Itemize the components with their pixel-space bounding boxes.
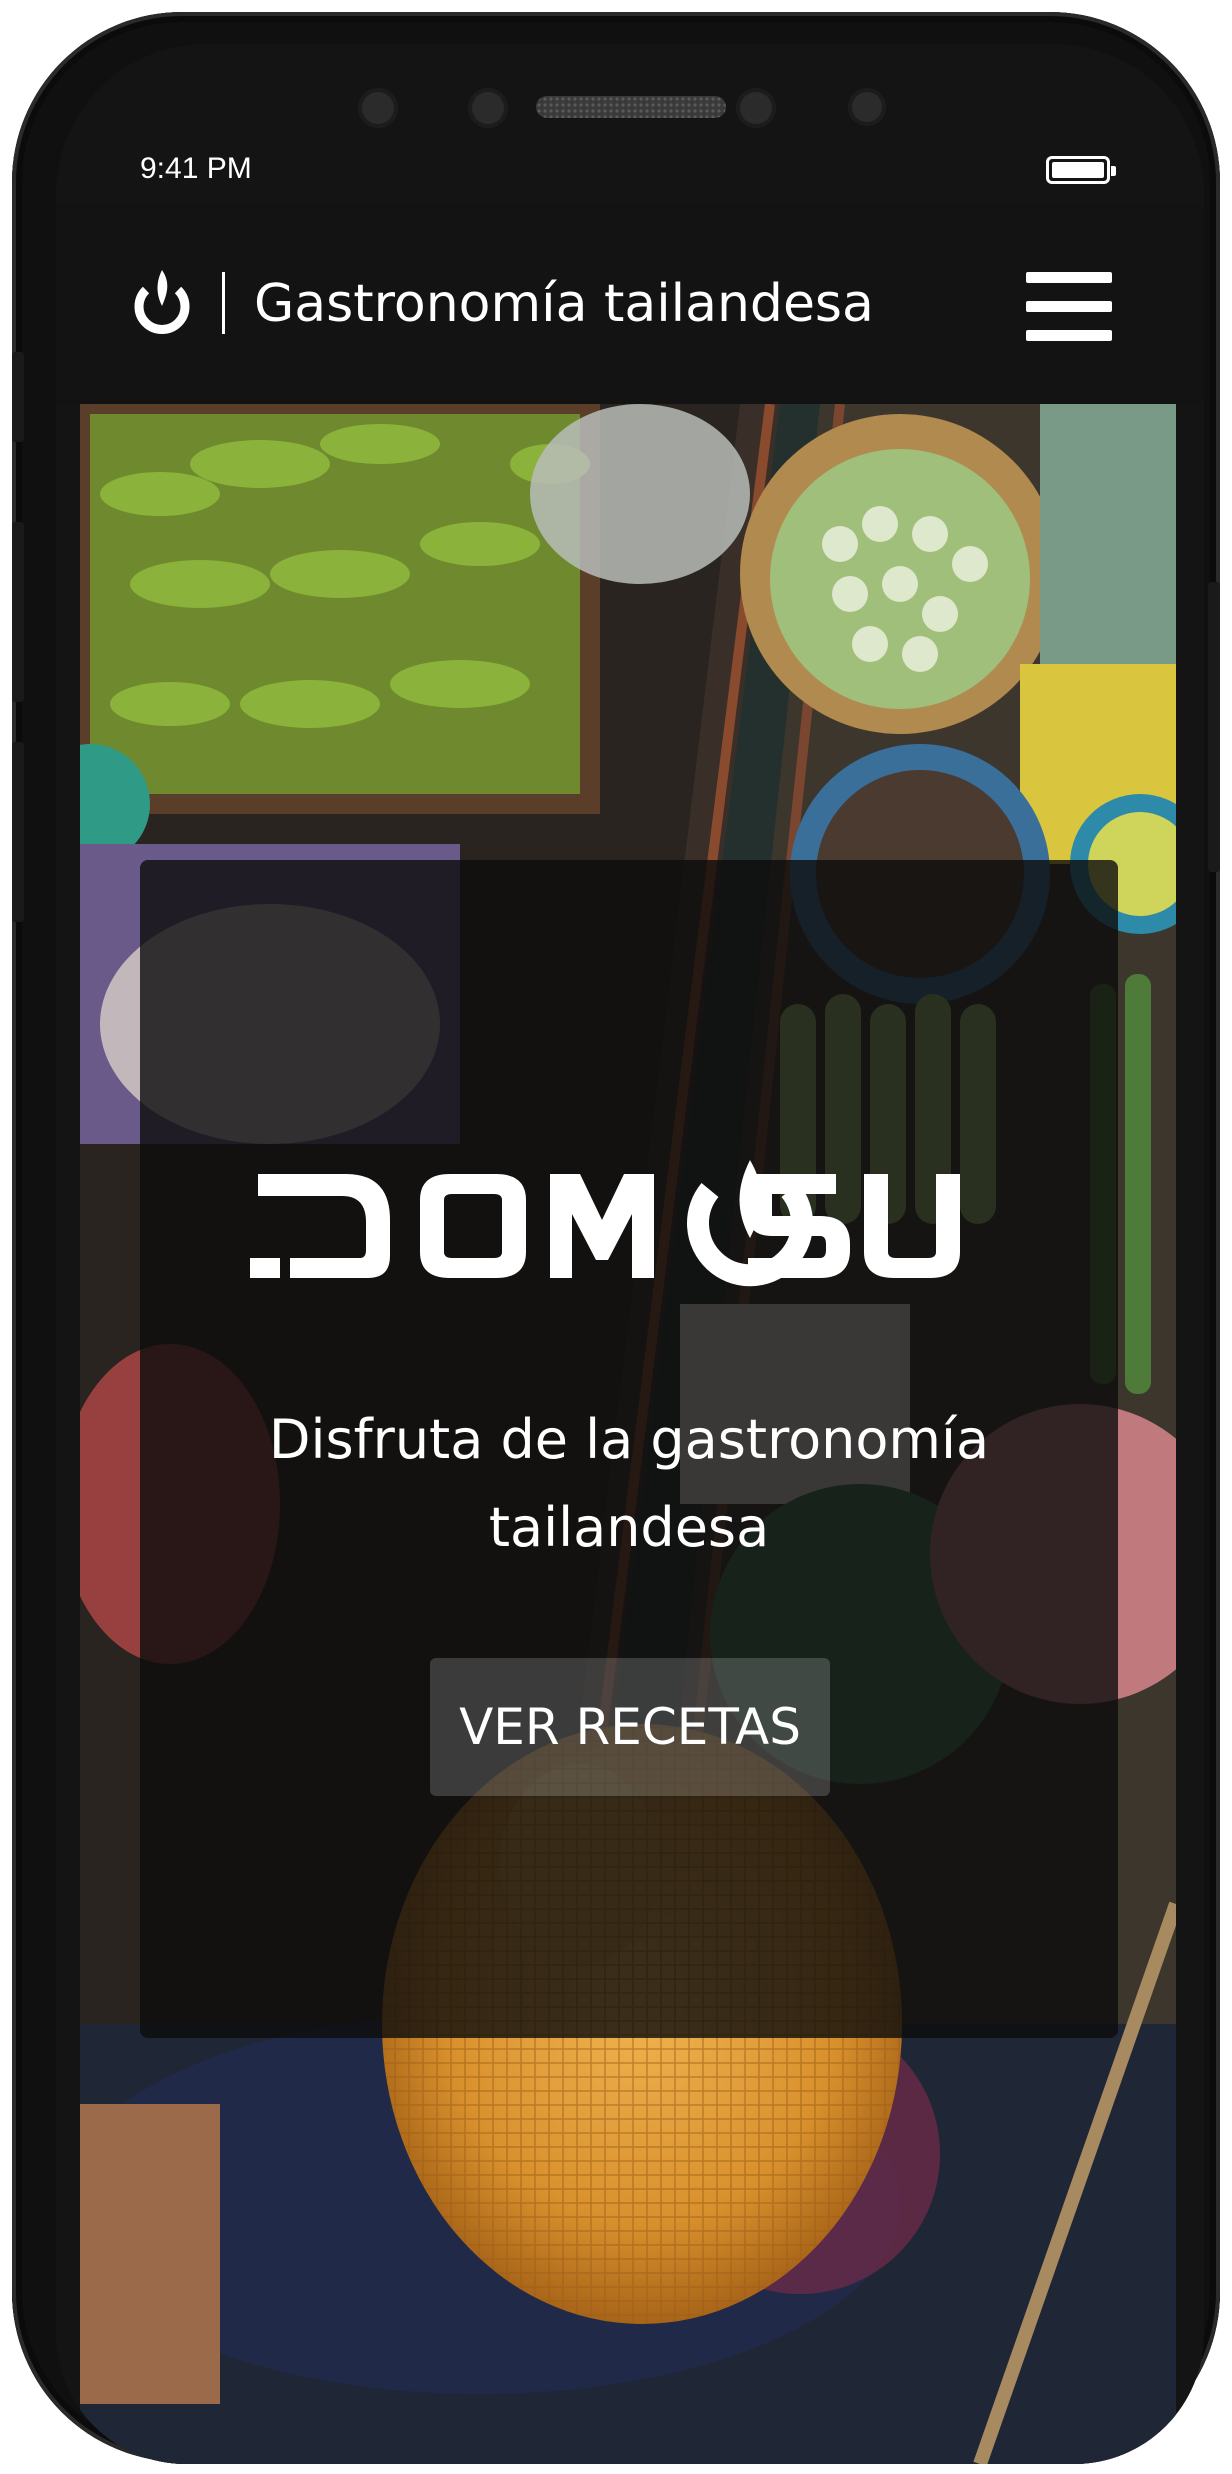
phone-frame: 9:41 PM Gastronomía tailandesa Disfruta … bbox=[12, 12, 1220, 2464]
header-title: Gastronomía tailandesa bbox=[254, 274, 874, 334]
earpiece-speaker bbox=[536, 96, 726, 118]
battery-full-icon bbox=[1046, 156, 1116, 184]
hamburger-menu-icon[interactable] bbox=[1026, 272, 1112, 342]
power-flame-logo-icon[interactable] bbox=[132, 266, 192, 338]
dom-sum-logo bbox=[250, 1160, 960, 1287]
volume-down-button bbox=[12, 742, 24, 922]
app-header: Gastronomía tailandesa bbox=[56, 204, 1204, 404]
tagline-line: tailandesa bbox=[488, 1496, 770, 1559]
status-time: 9:41 PM bbox=[140, 152, 252, 185]
phone-screen: 9:41 PM Gastronomía tailandesa Disfruta … bbox=[56, 44, 1204, 2464]
ver-recetas-button[interactable]: VER RECETAS bbox=[430, 1658, 830, 1796]
power-button bbox=[1208, 582, 1220, 872]
tagline-line: Disfruta de la gastronomía bbox=[268, 1408, 990, 1471]
front-camera-icon bbox=[736, 88, 776, 128]
hero-section: Disfruta de la gastronomía tailandesa VE… bbox=[80, 404, 1176, 2464]
sensor-icon bbox=[468, 88, 508, 128]
mute-switch bbox=[12, 352, 24, 442]
hero-overlay: Disfruta de la gastronomía tailandesa VE… bbox=[140, 860, 1118, 2038]
hero-tagline: Disfruta de la gastronomía tailandesa bbox=[140, 1396, 1118, 1572]
sensor-icon bbox=[358, 88, 398, 128]
sensor-icon bbox=[848, 88, 886, 126]
header-divider bbox=[222, 272, 225, 334]
volume-up-button bbox=[12, 522, 24, 702]
